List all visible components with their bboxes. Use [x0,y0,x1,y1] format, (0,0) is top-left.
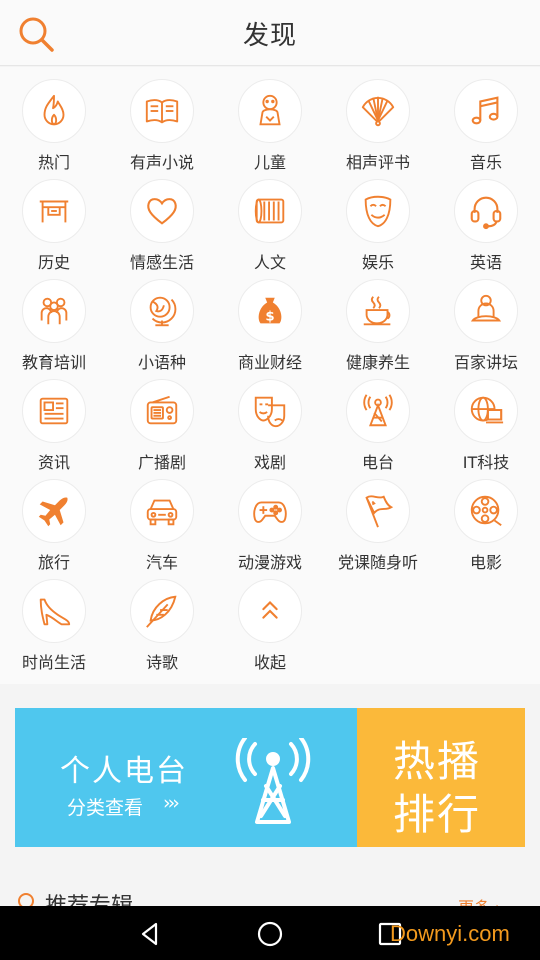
category-music[interactable]: 音乐 [432,67,540,172]
headset-icon [454,179,518,243]
page-title: 发现 [242,21,297,51]
svg-text:$: $ [265,310,274,325]
hot-ranking-banner[interactable]: 热播 排行 [357,708,525,847]
recommended-albums-header: 推荐专辑 更多 › [0,870,540,919]
ancient-gate-icon [22,179,86,243]
category-label: 时尚生活 [21,653,86,672]
feather-icon [130,579,194,643]
fan-icon [346,79,410,143]
watermark: Downyi.com [390,921,510,946]
high-heel-icon [22,579,86,643]
radio-icon [130,379,194,443]
home-icon[interactable] [255,919,285,949]
scroll-icon [238,179,302,243]
baby-icon [238,79,302,143]
category-fashion[interactable]: 时尚生活 [0,567,108,672]
globe-icon [130,279,194,343]
broadcast-tower-icon [346,379,410,443]
category-view-link: 分类查看 [67,797,144,819]
car-icon [130,479,194,543]
money-bag-icon: $ [238,279,302,343]
category-crosstalk[interactable]: 相声评书 [324,67,432,172]
flag-icon [346,479,410,543]
category-hot[interactable]: 热门 [0,67,108,172]
newspaper-icon [22,379,86,443]
personal-radio-banner[interactable]: 个人电台 分类查看 ››› [15,708,357,847]
music-note-icon [454,79,518,143]
film-reel-icon [454,479,518,543]
category-anime-game[interactable]: 动漫游戏 [216,467,324,572]
category-travel[interactable]: 旅行 [0,467,108,572]
category-humanities[interactable]: 人文 [216,167,324,272]
hot-ranking-line2: 排行 [393,790,482,839]
category-minor-language[interactable]: 小语种 [108,267,216,372]
airplane-icon [22,479,86,543]
category-education[interactable]: 教育培训 [0,267,108,372]
category-audio-novel[interactable]: 有声小说 [108,67,216,172]
category-car[interactable]: 汽车 [108,467,216,572]
radio-tower-icon [233,736,313,828]
promo-banner: 个人电台 分类查看 ››› 热播 排行 [15,708,525,847]
category-business[interactable]: $ 商业财经 [216,267,324,372]
category-lecture[interactable]: 百家讲坛 [432,267,540,372]
theater-masks-icon [238,379,302,443]
category-emotion[interactable]: 情感生活 [108,167,216,272]
collapse-icon [238,579,302,643]
chevron-right-icon: ››› [163,792,180,814]
category-radio-drama[interactable]: 广播剧 [108,367,216,472]
book-icon [130,79,194,143]
category-news[interactable]: 资讯 [0,367,108,472]
tech-globe-icon [454,379,518,443]
top-bar: 发现 [0,0,540,66]
category-label: 电影 [469,553,502,572]
collapse-button[interactable]: 收起 [216,567,324,672]
category-english[interactable]: 英语 [432,167,540,272]
category-children[interactable]: 儿童 [216,67,324,172]
gamepad-icon [238,479,302,543]
back-icon[interactable] [135,919,165,949]
category-entertainment[interactable]: 娱乐 [324,167,432,272]
tea-cup-icon [346,279,410,343]
category-it-tech[interactable]: IT科技 [432,367,540,472]
category-party-lesson[interactable]: 党课随身听 [324,467,432,572]
category-label: 收起 [253,653,286,672]
category-poetry[interactable]: 诗歌 [108,567,216,672]
category-label: 党课随身听 [337,553,418,572]
category-label: 诗歌 [145,653,178,672]
mask-icon [346,179,410,243]
category-grid: 热门 有声小说 儿童 相声评书 音乐 历史 情感生活 人文 娱乐 英语 教育培训… [0,67,540,684]
category-drama[interactable]: 戏剧 [216,367,324,472]
category-movie[interactable]: 电影 [432,467,540,572]
category-station[interactable]: 电台 [324,367,432,472]
category-health[interactable]: 健康养生 [324,267,432,372]
personal-radio-title: 个人电台 [60,754,188,789]
category-history[interactable]: 历史 [0,167,108,272]
flame-icon [22,79,86,143]
heart-icon [130,179,194,243]
lecturer-icon [454,279,518,343]
people-group-icon [22,279,86,343]
hot-ranking-line1: 热播 [393,737,482,786]
